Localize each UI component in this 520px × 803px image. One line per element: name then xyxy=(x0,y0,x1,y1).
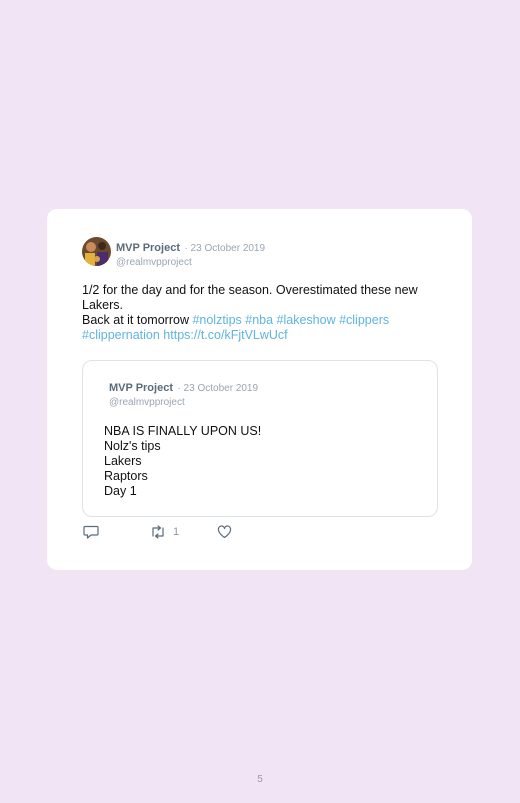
quoted-author-handle[interactable]: @realmvpproject xyxy=(109,397,258,408)
quoted-tweet-date: · 23 October 2019 xyxy=(177,383,259,394)
author-meta: MVP Project · 23 October 2019 @realmvppr… xyxy=(116,238,265,268)
quoted-author-name[interactable]: MVP Project xyxy=(109,382,173,394)
hashtag-links[interactable]: #nolztips #nba #lakeshow #clippers xyxy=(192,313,389,327)
quoted-tweet-text: NBA IS FINALLY UPON US! Nolz's tips Lake… xyxy=(104,424,261,499)
quoted-text-line: Lakers xyxy=(104,454,142,468)
author-handle[interactable]: @realmvpproject xyxy=(116,257,265,268)
tweet-date: · 23 October 2019 xyxy=(184,243,266,254)
tweet-card: MVP Project · 23 October 2019 @realmvppr… xyxy=(47,209,472,570)
quoted-tweet[interactable]: MVP Project · 23 October 2019 @realmvppr… xyxy=(82,360,438,517)
retweet-icon xyxy=(149,525,167,539)
page-number: 5 xyxy=(257,774,263,785)
author-name[interactable]: MVP Project xyxy=(116,242,180,254)
like-button[interactable] xyxy=(217,525,232,539)
quoted-text-line: Raptors xyxy=(104,469,148,483)
tweet-text-line: 1/2 for the day and for the season. Over… xyxy=(82,283,418,312)
quoted-author-meta: MVP Project · 23 October 2019 @realmvppr… xyxy=(109,378,258,408)
hashtag-links[interactable]: #clippernation https://t.co/kFjtVLwUcf xyxy=(82,328,288,342)
retweet-count: 1 xyxy=(173,526,180,538)
quoted-text-line: Day 1 xyxy=(104,484,137,498)
quoted-text-line: Nolz's tips xyxy=(104,439,161,453)
quoted-text-line: NBA IS FINALLY UPON US! xyxy=(104,424,262,438)
reply-button[interactable] xyxy=(83,525,99,539)
heart-icon xyxy=(217,525,232,539)
comment-icon xyxy=(83,525,99,539)
avatar[interactable] xyxy=(82,237,111,266)
tweet-actions: 1 xyxy=(83,525,283,541)
tweet-text: 1/2 for the day and for the season. Over… xyxy=(82,283,422,343)
tweet-text-line: Back at it tomorrow xyxy=(82,313,193,327)
retweet-button[interactable]: 1 xyxy=(149,525,179,539)
